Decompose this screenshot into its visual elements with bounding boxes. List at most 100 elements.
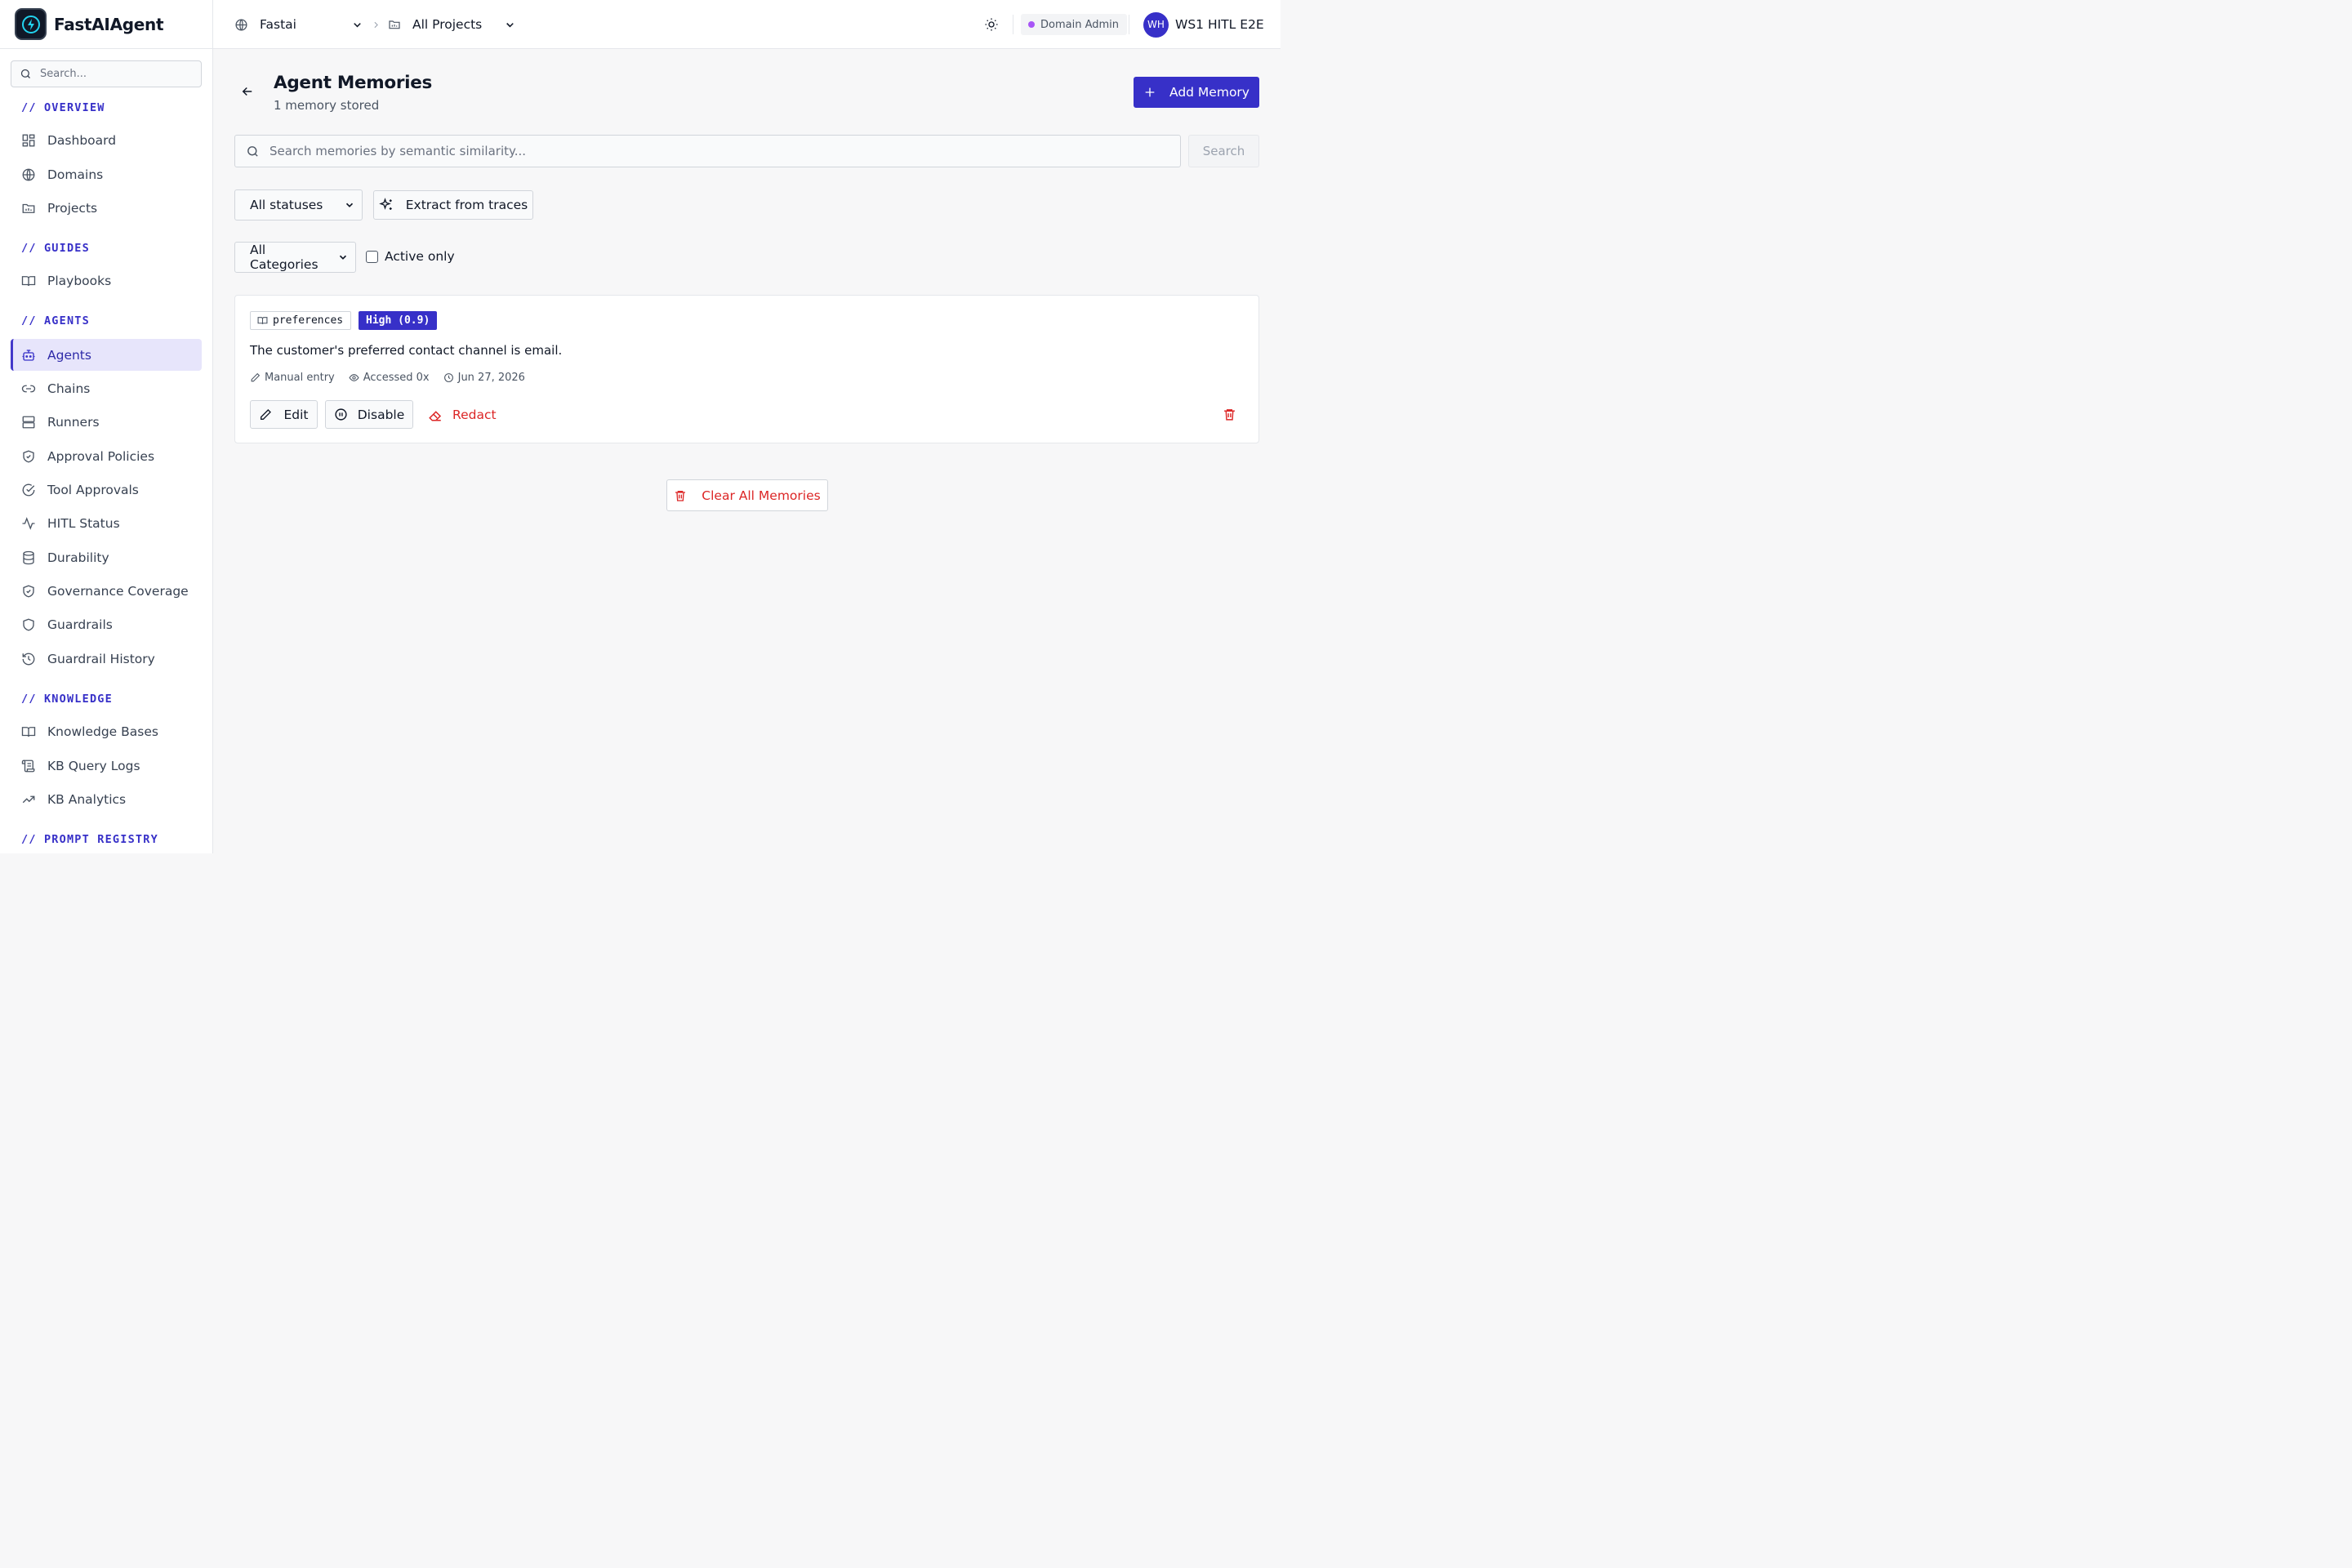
top-bar: Fastai All Projects Domain Admin WH WS1 … [213,0,1281,49]
plus-icon [1145,87,1155,97]
add-memory-button[interactable]: Add Memory [1134,77,1259,108]
domain-selector[interactable]: Fastai [234,0,363,49]
folder-icon [389,20,400,29]
sidebar-item-projects[interactable]: Projects [11,192,202,224]
active-only-toggle[interactable]: Active only [366,249,455,264]
database-icon [23,550,34,564]
extract-from-traces-button[interactable]: Extract from traces [373,190,533,220]
sidebar-item-durability[interactable]: Durability [11,541,202,573]
category-filter-value: All Categories [250,243,318,272]
sidebar-item-agents[interactable]: Agents [11,339,202,371]
sidebar-item-label: Domains [47,167,104,182]
book-open-icon [257,317,268,324]
bot-icon [22,349,35,361]
domain-name: Fastai [260,17,296,32]
theme-toggle[interactable] [984,0,999,49]
memory-content: The customer's preferred contact channel… [250,343,563,358]
pencil-icon [261,408,272,420]
search-icon [20,69,30,78]
trash-icon [675,490,686,501]
shield-check-icon [23,450,34,462]
sidebar-item-tool-approvals[interactable]: Tool Approvals [11,474,202,506]
folder-icon [22,203,35,213]
book-open-icon [21,726,36,737]
redact-label: Redact [452,407,497,422]
clear-all-label: Clear All Memories [702,488,821,503]
section-guides: // GUIDES [21,242,90,255]
memory-search-placeholder: Search memories by semantic similarity..… [270,144,527,158]
back-button[interactable] [240,84,255,99]
memory-accessed: Accessed 0x [363,372,430,384]
history-icon [22,653,35,665]
search-icon [247,145,258,157]
role-badge: Domain Admin [1021,14,1128,35]
sidebar-item-label: Knowledge Bases [47,724,158,739]
sidebar-item-label: Durability [47,550,109,565]
delete-memory-button[interactable] [1223,408,1236,421]
page-title: Agent Memories [274,73,432,93]
sidebar-item-chains[interactable]: Chains [11,372,202,404]
status-filter-select[interactable]: All statuses [234,189,363,220]
sidebar-search-input[interactable]: Search... [11,60,202,87]
brand-name: FastAIAgent [54,14,164,34]
user-name: WS1 HITL E2E [1175,17,1264,32]
sidebar-item-kb-query-logs[interactable]: KB Query Logs [11,750,202,782]
redact-button[interactable]: Redact [428,400,497,429]
category-filter-select[interactable]: All Categories [234,242,356,273]
sidebar-item-hitl-status[interactable]: HITL Status [11,507,202,539]
sidebar-item-label: Projects [47,200,98,216]
sidebar: FastAIAgent Search... // OVERVIEW Dashbo… [0,0,213,853]
sidebar-item-label: Tool Approvals [47,482,139,497]
sidebar-search-placeholder: Search... [40,68,87,80]
section-knowledge: // KNOWLEDGE [21,693,113,706]
sidebar-item-guardrail-history[interactable]: Guardrail History [11,643,202,675]
pause-circle-icon [335,408,347,421]
sidebar-item-domains[interactable]: Domains [11,158,202,190]
brand[interactable]: FastAIAgent [0,0,212,49]
sidebar-item-label: KB Query Logs [47,758,140,773]
eraser-icon [429,410,442,421]
dashboard-icon [22,134,35,146]
sidebar-item-kb-analytics[interactable]: KB Analytics [11,783,202,815]
sidebar-item-label: Chains [47,381,91,396]
sidebar-item-label: HITL Status [47,515,120,531]
sidebar-item-label: KB Analytics [47,791,127,807]
chevron-down-icon [506,22,514,27]
pencil-icon [251,372,261,382]
clear-all-memories-button[interactable]: Clear All Memories [666,479,828,511]
search-button[interactable]: Search [1188,135,1259,167]
memory-source: Manual entry [265,372,335,384]
sidebar-item-label: Playbooks [47,273,112,288]
sidebar-item-playbooks[interactable]: Playbooks [11,265,202,296]
sidebar-item-approval-policies[interactable]: Approval Policies [11,440,202,472]
trending-up-icon [22,795,35,803]
chevron-down-icon [354,22,361,27]
edit-button[interactable]: Edit [250,400,318,429]
sidebar-item-runners[interactable]: Runners [11,406,202,438]
sidebar-item-governance-coverage[interactable]: Governance Coverage [11,575,202,607]
shield-icon [23,618,34,630]
role-status-dot [1028,21,1035,28]
project-name: All Projects [412,17,483,32]
link-icon [21,385,36,392]
role-badge-label: Domain Admin [1040,18,1120,31]
importance-badge: High (0.9) [359,311,438,330]
avatar: WH [1143,11,1169,38]
add-memory-label: Add Memory [1169,85,1250,100]
sidebar-item-label: Runners [47,414,100,430]
disable-button[interactable]: Disable [325,400,413,429]
active-only-checkbox[interactable] [366,250,378,263]
chevron-right-icon [374,21,378,28]
user-menu[interactable]: WH WS1 HITL E2E [1143,0,1264,49]
globe-icon [22,168,35,180]
extract-label: Extract from traces [405,198,528,212]
sidebar-item-dashboard[interactable]: Dashboard [11,124,202,156]
arrow-left-icon [242,87,252,96]
sidebar-item-knowledge-bases[interactable]: Knowledge Bases [11,715,202,747]
globe-icon [235,18,247,31]
memory-search-input[interactable]: Search memories by semantic similarity..… [234,135,1181,167]
project-selector[interactable]: All Projects [388,0,516,49]
sidebar-item-guardrails[interactable]: Guardrails [11,608,202,640]
page-subtitle: 1 memory stored [274,98,380,113]
sidebar-item-label: Approval Policies [47,448,155,464]
